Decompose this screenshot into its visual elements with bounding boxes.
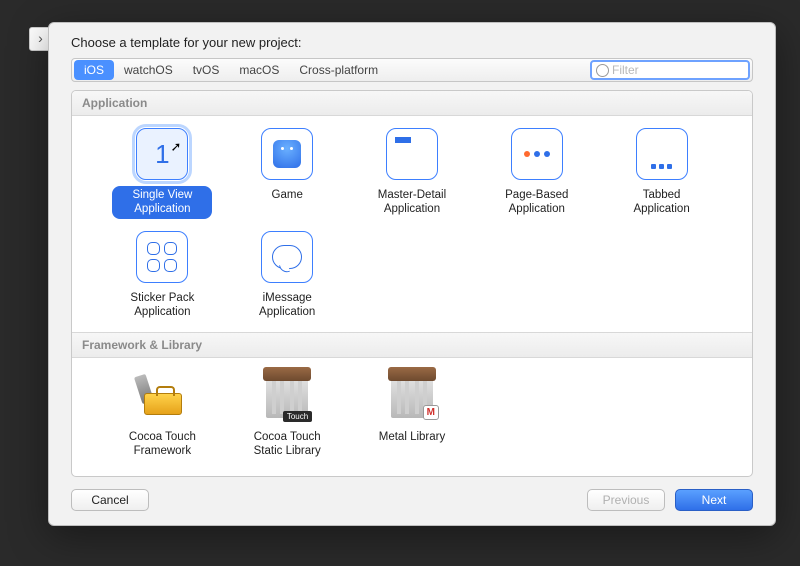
previous-button[interactable]: Previous: [587, 489, 665, 511]
section-header-framework: Framework & Library: [72, 332, 752, 358]
template-cocoa-touch-static-library[interactable]: Touch Cocoa Touch Static Library: [225, 370, 350, 461]
template-label: Cocoa Touch Static Library: [237, 428, 337, 461]
template-page-based[interactable]: Page-Based Application: [474, 128, 599, 219]
speech-bubble-glyph: [272, 245, 302, 269]
tab-tvos[interactable]: tvOS: [183, 60, 230, 80]
template-chooser-sheet: Choose a template for your new project: …: [48, 22, 776, 526]
platform-tabs: iOS watchOS tvOS macOS Cross-platform: [74, 59, 388, 81]
tab-dots-glyph: [637, 164, 687, 169]
template-label: Game: [266, 186, 309, 204]
imessage-icon: [261, 231, 313, 283]
template-metal-library[interactable]: M Metal Library: [350, 370, 475, 461]
game-glyph: [273, 140, 301, 168]
template-single-view[interactable]: 1 ➚ Single View Application: [100, 128, 225, 219]
tab-watchos[interactable]: watchOS: [114, 60, 183, 80]
framework-grid: Cocoa Touch Framework Touch Cocoa Touch …: [72, 358, 752, 471]
template-label: iMessage Application: [237, 289, 337, 322]
filter-field-wrap[interactable]: [590, 60, 750, 80]
page-based-icon: [511, 128, 563, 180]
next-button[interactable]: Next: [675, 489, 753, 511]
template-master-detail[interactable]: Master-Detail Application: [350, 128, 475, 219]
filter-icon: [596, 64, 609, 77]
template-label: Tabbed Application: [612, 186, 712, 219]
tabbed-icon: [636, 128, 688, 180]
template-cocoa-touch-framework[interactable]: Cocoa Touch Framework: [100, 370, 225, 461]
template-game[interactable]: Game: [225, 128, 350, 219]
page-dots-glyph: [524, 151, 550, 157]
metal-badge: M: [423, 405, 439, 420]
sticker-grid-glyph: [147, 242, 177, 272]
template-label: Cocoa Touch Framework: [112, 428, 212, 461]
metal-library-icon: M: [386, 370, 438, 422]
template-label: Page-Based Application: [487, 186, 587, 219]
game-icon: [261, 128, 313, 180]
tab-macos[interactable]: macOS: [229, 60, 289, 80]
template-label: Master-Detail Application: [362, 186, 462, 219]
template-list: Application 1 ➚ Single View Application …: [71, 90, 753, 477]
toolbox-glyph: [138, 377, 186, 415]
cursor-icon: ➚: [170, 139, 181, 155]
single-view-icon: 1 ➚: [136, 128, 188, 180]
tab-ios[interactable]: iOS: [74, 60, 114, 80]
master-detail-icon: [386, 128, 438, 180]
application-grid: 1 ➚ Single View Application Game Master-…: [72, 116, 752, 332]
template-imessage[interactable]: iMessage Application: [225, 231, 350, 322]
sheet-header: Choose a template for your new project: …: [49, 23, 775, 90]
tab-crossplatform[interactable]: Cross-platform: [289, 60, 388, 80]
library-building-icon: Touch: [261, 370, 313, 422]
touch-badge: Touch: [283, 411, 312, 422]
building-glyph: Touch: [266, 374, 308, 418]
template-label: Single View Application: [112, 186, 212, 219]
building-glyph: M: [391, 374, 433, 418]
cancel-button[interactable]: Cancel: [71, 489, 149, 511]
single-view-number: 1: [155, 139, 169, 170]
template-label: Metal Library: [373, 428, 451, 446]
sheet-footer: Cancel Previous Next: [49, 477, 775, 525]
master-detail-glyph: [395, 137, 411, 143]
template-tabbed[interactable]: Tabbed Application: [599, 128, 724, 219]
prompt-label: Choose a template for your new project:: [71, 35, 753, 58]
toolbox-icon: [136, 370, 188, 422]
section-header-application: Application: [72, 91, 752, 116]
template-sticker-pack[interactable]: Sticker Pack Application: [100, 231, 225, 322]
filter-input[interactable]: [612, 63, 744, 77]
sticker-pack-icon: [136, 231, 188, 283]
platform-tab-bar: iOS watchOS tvOS macOS Cross-platform: [71, 58, 753, 82]
template-label: Sticker Pack Application: [112, 289, 212, 322]
